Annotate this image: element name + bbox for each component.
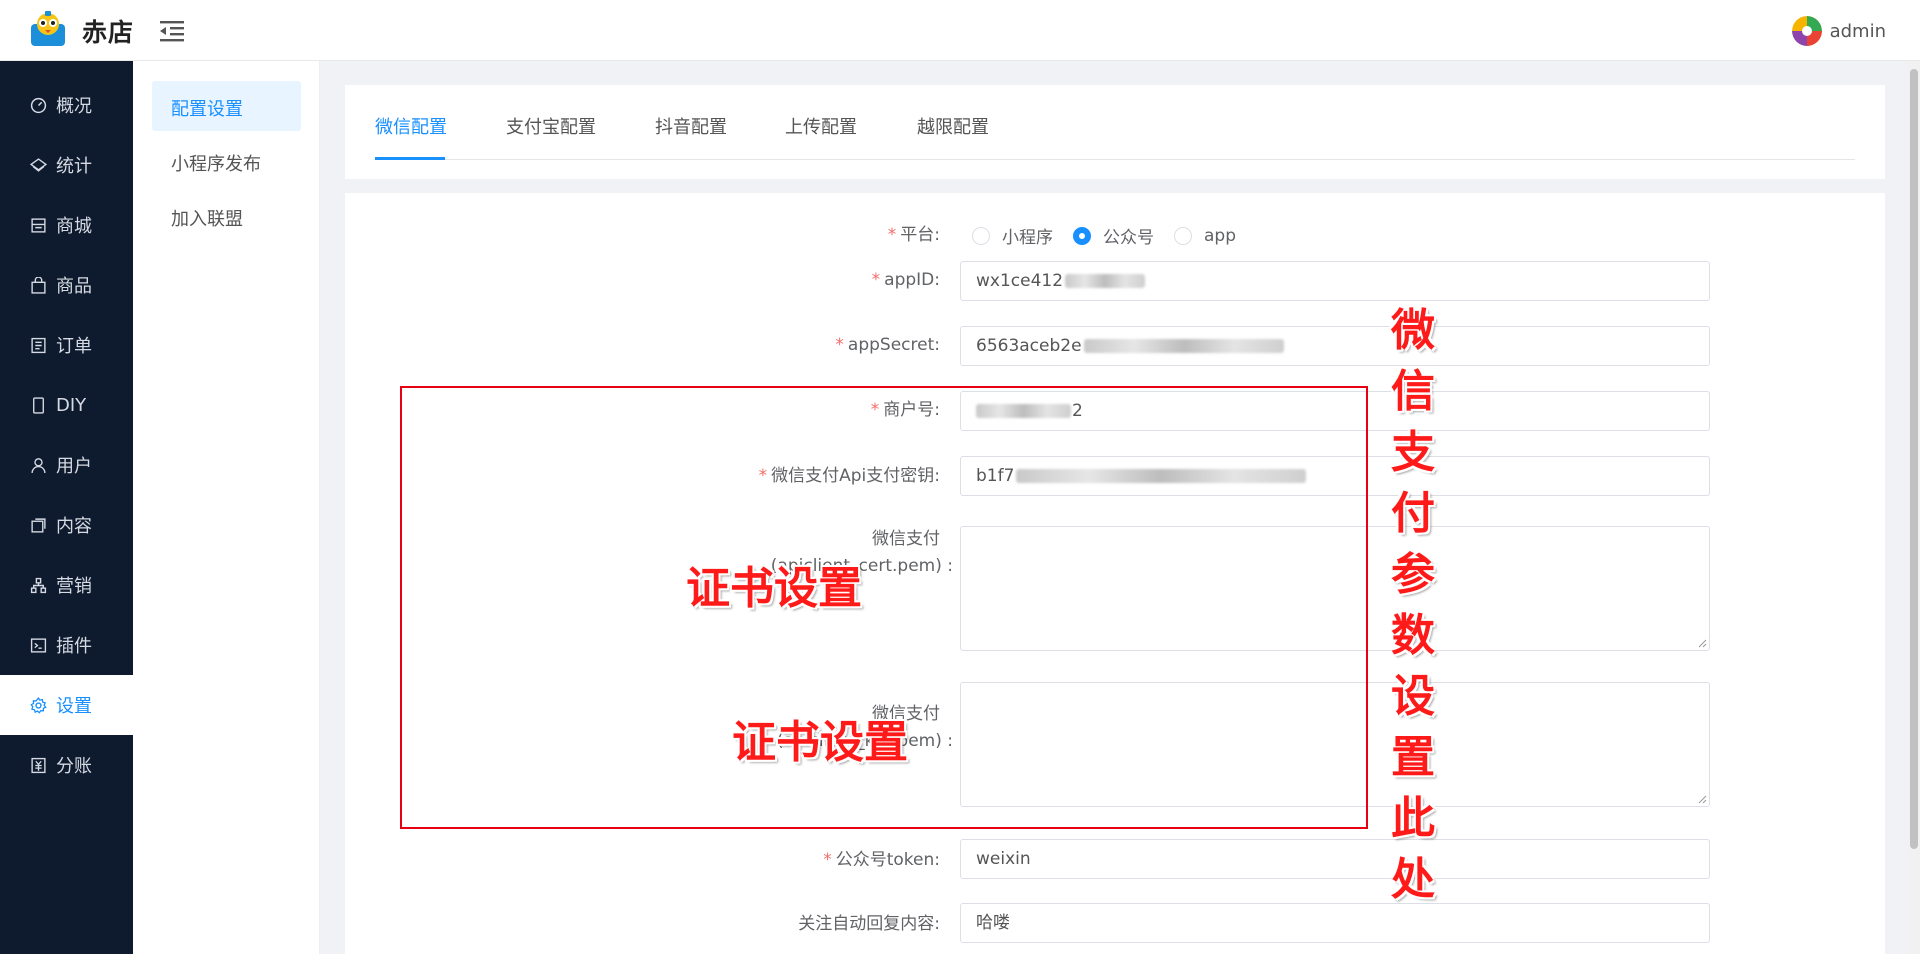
subnav-item-join-alliance[interactable]: 加入联盟 (171, 205, 243, 231)
config-tabs: 微信配置 支付宝配置 抖音配置 上传配置 越限配置 (345, 85, 1885, 179)
nav-item-marketing[interactable]: 营销 (0, 555, 133, 615)
nav-item-users[interactable]: 用户 (0, 435, 133, 495)
plugin-icon (30, 637, 47, 653)
nav-item-overview[interactable]: 概况 (0, 75, 133, 135)
main-sidebar: 概况 统计 商城 商品 订单 DIY 用户 内容 营销 插件 设置 分账 (0, 61, 133, 954)
merchant-id-label: * 商户号: (870, 400, 940, 420)
menu-collapse-icon[interactable] (158, 18, 186, 44)
token-label: * 公众号token: (823, 850, 940, 870)
tab-upload[interactable]: 上传配置 (785, 113, 857, 157)
radio-app[interactable]: app (1174, 226, 1236, 246)
platform-label: * 平台: (887, 225, 940, 245)
radio-miniapp[interactable]: 小程序 (972, 223, 1053, 248)
annotation-cert-note: 证书设置 (686, 563, 862, 614)
autoreply-label: 关注自动回复内容: (798, 914, 940, 934)
username: admin (1829, 20, 1886, 42)
subnav-item-miniapp-publish[interactable]: 小程序发布 (171, 150, 261, 176)
wechat-config-form: * 平台: 小程序 公众号 app * appID: wx1ce412 * appSe… (345, 193, 1885, 954)
ledger-icon (31, 757, 46, 773)
dashboard-icon (30, 97, 47, 113)
appid-label: * appID: (871, 270, 940, 290)
annotation-vertical-note: 微 信 支 付 参 数 设 置 此 处 (1391, 305, 1435, 905)
key-textarea[interactable] (960, 682, 1710, 807)
tabs-divider (375, 159, 1855, 160)
appsecret-label: * appSecret: (835, 335, 940, 355)
api-key-label: * 微信支付Api支付密钥: (758, 466, 940, 486)
radio-official-account[interactable]: 公众号 (1073, 223, 1154, 248)
subnav-item-config-label: 配置设置 (171, 99, 243, 120)
appsecret-input[interactable]: 6563aceb2e (960, 326, 1710, 366)
user-menu[interactable]: admin (1791, 16, 1886, 46)
tab-wechat[interactable]: 微信配置 (375, 113, 447, 157)
nav-item-store[interactable]: 商城 (0, 195, 133, 255)
brand-logo-icon[interactable] (28, 10, 68, 50)
platform-radio-group: 小程序 公众号 app (972, 223, 1256, 248)
annotation-key-note: 证书设置 (732, 717, 908, 768)
top-header: 赤店 admin (0, 0, 1920, 61)
active-tab-indicator (375, 157, 445, 160)
marketing-icon (30, 577, 47, 593)
nav-item-plugins[interactable]: 插件 (0, 615, 133, 675)
avatar (1791, 16, 1822, 46)
brand-name: 赤店 (82, 18, 135, 47)
nav-item-ledger[interactable]: 分账 (0, 735, 133, 795)
scrollbar-thumb[interactable] (1910, 69, 1918, 849)
store-icon (31, 217, 46, 233)
content-icon (31, 517, 46, 533)
user-icon (31, 457, 46, 473)
settings-subnav: 配置设置 小程序发布 加入联盟 (133, 61, 320, 954)
tab-limit[interactable]: 越限配置 (917, 113, 989, 157)
gear-icon (30, 696, 47, 714)
token-input[interactable]: weixin (960, 839, 1710, 879)
tab-alipay[interactable]: 支付宝配置 (506, 113, 596, 157)
autoreply-input[interactable]: 哈喽 (960, 903, 1710, 943)
resize-grip-icon[interactable] (1697, 794, 1707, 804)
mobile-icon (33, 396, 44, 414)
nav-item-stats[interactable]: 统计 (0, 135, 133, 195)
tab-douyin[interactable]: 抖音配置 (655, 113, 727, 157)
order-icon (31, 337, 46, 353)
appid-input[interactable]: wx1ce412 (960, 261, 1710, 301)
nav-item-settings[interactable]: 设置 (0, 675, 133, 735)
cert-textarea[interactable] (960, 526, 1710, 651)
api-key-input[interactable]: b1f7 (960, 456, 1710, 496)
stats-icon (30, 157, 47, 172)
nav-item-content[interactable]: 内容 (0, 495, 133, 555)
page-scrollbar[interactable] (1908, 61, 1920, 954)
nav-item-diy[interactable]: DIY (0, 375, 133, 435)
nav-item-orders[interactable]: 订单 (0, 315, 133, 375)
merchant-id-input[interactable]: 2 (960, 391, 1710, 431)
nav-item-goods[interactable]: 商品 (0, 255, 133, 315)
bag-icon (31, 276, 46, 294)
resize-grip-icon[interactable] (1697, 638, 1707, 648)
